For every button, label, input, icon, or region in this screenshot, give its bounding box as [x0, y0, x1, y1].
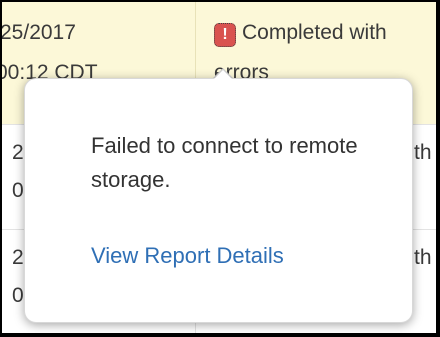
status-text: th	[414, 141, 432, 164]
view-report-details-link[interactable]: View Report Details	[91, 243, 284, 269]
popover-message: Failed to connect to remote storage.	[91, 133, 358, 192]
error-popover: Failed to connect to remote storage. Vie…	[24, 78, 413, 323]
exclamation-icon[interactable]: !	[214, 23, 236, 47]
date-text: 2	[12, 141, 24, 164]
status-text: th	[414, 246, 432, 269]
date-text: 25/2017	[2, 21, 76, 44]
status-text: Completed with	[242, 21, 387, 44]
time-text: 0	[12, 284, 24, 307]
date-text: 2	[12, 246, 24, 269]
popover-arrow-fill	[212, 70, 234, 81]
time-text: 0	[12, 179, 24, 202]
